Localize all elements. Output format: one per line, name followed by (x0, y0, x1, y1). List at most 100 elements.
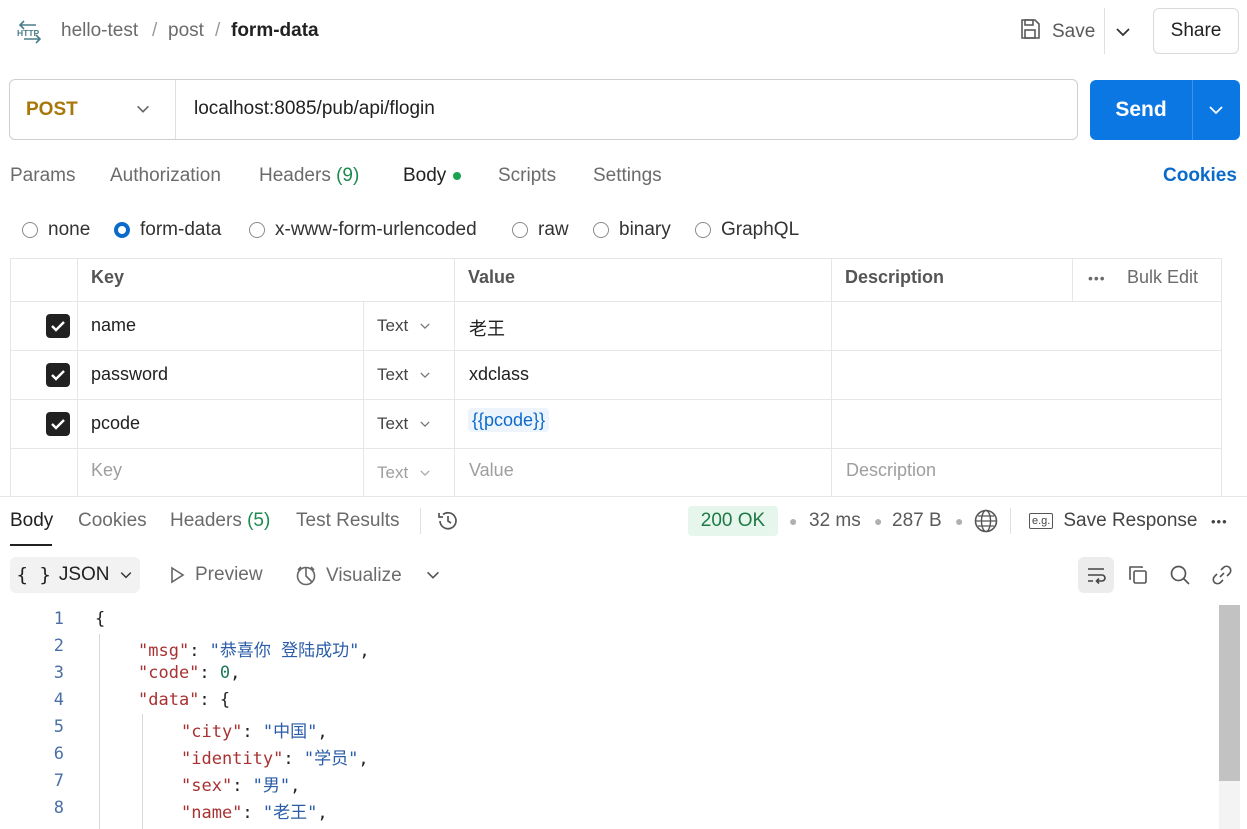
method-chevron-down-icon[interactable] (134, 100, 152, 123)
table-border (1221, 258, 1222, 496)
value-cell[interactable]: xdclass (469, 364, 529, 385)
response-time[interactable]: 32 ms (809, 510, 861, 532)
type-select[interactable]: Text (377, 316, 432, 336)
json-key: "sex" (181, 776, 233, 796)
description-placeholder[interactable]: Description (846, 460, 936, 481)
visualize-icon (296, 566, 316, 586)
radio-x-www-form-urlencoded[interactable]: x-www-form-urlencoded (249, 218, 477, 242)
tab-body[interactable]: Body (403, 165, 446, 187)
chevron-down-icon (120, 572, 131, 579)
braces-icon: { } (16, 564, 51, 586)
table-border (10, 399, 1221, 400)
column-header-description: Description (845, 267, 945, 287)
json-punct: , (230, 663, 241, 683)
radio-none[interactable]: none (22, 218, 90, 242)
tab-label: Headers (170, 510, 242, 531)
radio-form-data[interactable]: form-data (114, 218, 221, 242)
tab-headers[interactable]: Headers (9) (259, 165, 359, 187)
value-cell[interactable]: 老王 (469, 315, 505, 341)
type-select[interactable]: Text (377, 365, 432, 385)
scrollbar-thumb[interactable] (1219, 605, 1240, 781)
response-tab-test-results[interactable]: Test Results (296, 510, 399, 532)
status-badge[interactable]: 200 OK (688, 506, 778, 536)
more-options-icon[interactable]: ••• (1211, 514, 1228, 529)
bulk-edit-button[interactable]: Bulk Edit (1127, 267, 1198, 288)
type-select[interactable]: Text (377, 463, 432, 483)
preview-label: Preview (195, 564, 263, 585)
headers-count: (9) (336, 165, 360, 186)
response-size[interactable]: 287 B (892, 510, 942, 532)
copy-icon[interactable] (1120, 557, 1156, 593)
response-divider (0, 496, 1247, 497)
cookies-link[interactable]: Cookies (1163, 165, 1237, 187)
line-number: 3 (53, 663, 64, 683)
indent-guide (99, 634, 100, 829)
radio-raw[interactable]: raw (512, 218, 569, 242)
tab-params[interactable]: Params (10, 165, 75, 187)
tab-authorization[interactable]: Authorization (110, 165, 221, 187)
table-border (363, 301, 364, 496)
share-button[interactable]: Share (1153, 8, 1239, 54)
value-placeholder[interactable]: Value (469, 460, 514, 481)
key-cell[interactable]: password (91, 364, 168, 385)
key-cell[interactable]: name (91, 315, 136, 336)
radio-label: x-www-form-urlencoded (275, 219, 477, 240)
method-select[interactable]: POST (26, 99, 78, 121)
line-number: 6 (53, 744, 64, 764)
type-select[interactable]: Text (377, 414, 432, 434)
radio-label: none (48, 219, 91, 240)
url-input[interactable] (186, 88, 1082, 130)
response-tab-headers[interactable]: Headers (5) (170, 510, 270, 532)
radio-graphql[interactable]: GraphQL (695, 218, 799, 242)
preview-button[interactable]: Preview (167, 564, 263, 586)
type-label: Text (377, 463, 409, 482)
radio-label: raw (538, 219, 569, 240)
json-string: "恭喜你 登陆成功" (209, 641, 360, 661)
radio-circle-selected (114, 222, 130, 238)
row-checkbox[interactable] (46, 412, 70, 436)
send-label[interactable]: Send (1090, 80, 1192, 140)
radio-circle (512, 222, 528, 238)
json-key: "msg" (138, 641, 190, 661)
visualize-chevron-down-icon[interactable] (424, 566, 442, 589)
save-response-button[interactable]: e.g. Save Response (1029, 510, 1198, 532)
divider (175, 80, 176, 139)
response-tab-body[interactable]: Body (10, 510, 53, 532)
row-checkbox[interactable] (46, 363, 70, 387)
json-string: "学员" (303, 749, 359, 769)
visualize-label: Visualize (326, 565, 402, 586)
variable-chip[interactable]: {{pcode}} (468, 408, 550, 432)
table-border (10, 350, 1221, 351)
code-line: "code": 0, (138, 663, 241, 683)
code-line: "city": "中国", (181, 722, 328, 742)
json-punct: , (317, 803, 328, 823)
send-options-chevron-down-icon[interactable] (1206, 100, 1226, 125)
link-icon[interactable] (1204, 557, 1240, 593)
radio-binary[interactable]: binary (593, 218, 671, 242)
word-wrap-icon[interactable] (1078, 557, 1114, 593)
row-checkbox[interactable] (46, 314, 70, 338)
play-icon (171, 566, 185, 584)
type-label: Text (377, 414, 409, 433)
save-button[interactable]: Save (1018, 14, 1095, 50)
breadcrumb-request[interactable]: form-data (231, 20, 319, 42)
save-options-chevron-icon[interactable] (1113, 22, 1133, 47)
breadcrumb-workspace[interactable]: hello-test (61, 20, 138, 42)
search-icon[interactable] (1162, 557, 1198, 593)
radio-label: GraphQL (721, 219, 800, 240)
tab-scripts[interactable]: Scripts (498, 165, 556, 187)
key-placeholder[interactable]: Key (91, 460, 122, 481)
code-line: "sex": "男", (181, 776, 301, 796)
code-line: "identity": "学员", (181, 749, 369, 769)
code-line: { (95, 609, 106, 629)
tab-settings[interactable]: Settings (593, 165, 662, 187)
value-cell[interactable]: {{pcode}} (468, 408, 550, 432)
history-icon[interactable] (436, 509, 460, 538)
response-tab-cookies[interactable]: Cookies (78, 510, 147, 532)
key-cell[interactable]: pcode (91, 413, 140, 434)
breadcrumb-folder[interactable]: post (168, 20, 204, 42)
visualize-button[interactable]: Visualize (294, 564, 402, 588)
globe-icon[interactable] (973, 508, 999, 539)
more-options-icon[interactable]: ••• (1088, 270, 1106, 286)
format-select[interactable]: { } JSON (10, 557, 140, 593)
